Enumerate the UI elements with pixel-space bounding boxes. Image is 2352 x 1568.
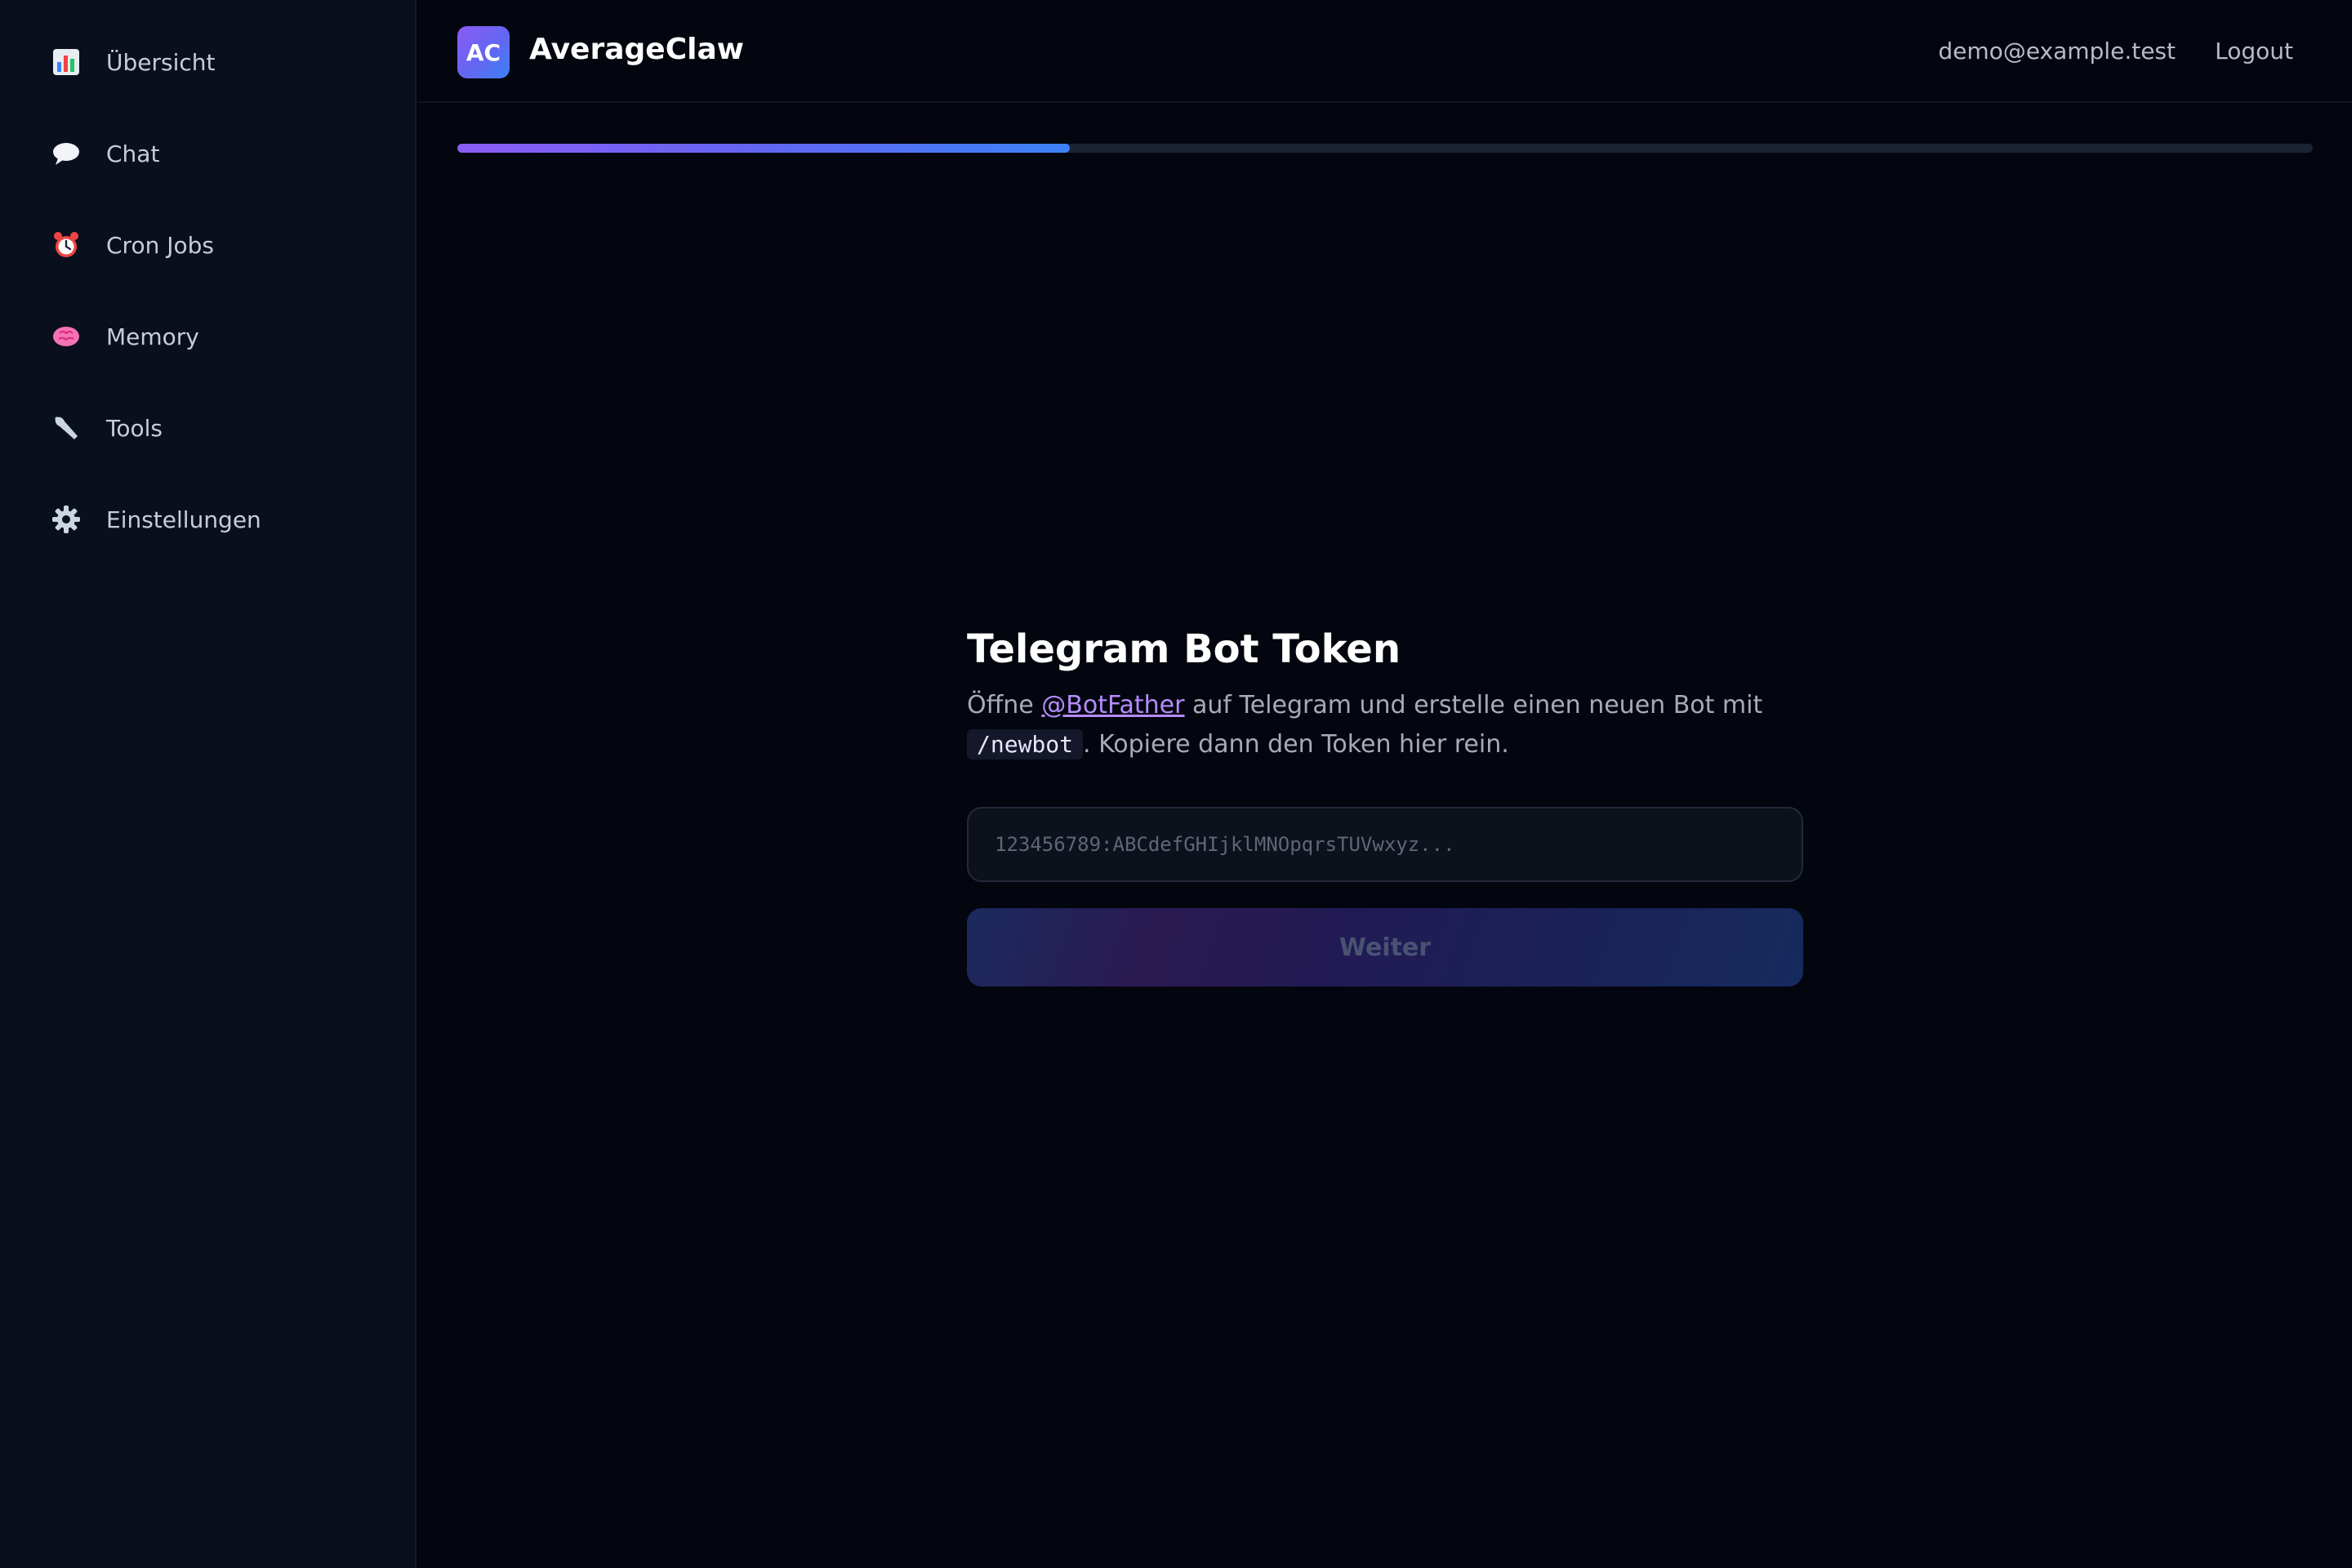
setup-progress-bar	[457, 144, 2313, 153]
user-email: demo@example.test	[1938, 38, 2176, 65]
step-description: Öffne @BotFather auf Telegram und erstel…	[967, 686, 1803, 764]
setup-progress-fill	[457, 144, 1070, 153]
gear-icon	[51, 504, 82, 535]
alarm-clock-icon	[51, 229, 82, 261]
app-logo: AC	[457, 26, 510, 78]
sidebar-item-einstellungen[interactable]: Einstellungen	[51, 495, 261, 544]
sidebar-item-label: Tools	[106, 414, 163, 442]
step-title: Telegram Bot Token	[967, 626, 1401, 672]
sidebar: Übersicht Chat Cron Jobs Memory Tools Ei…	[0, 0, 416, 1568]
next-button[interactable]: Weiter	[967, 908, 1803, 987]
botfather-link[interactable]: @BotFather	[1041, 691, 1184, 719]
bot-token-input[interactable]	[967, 807, 1803, 882]
speech-bubble-icon	[51, 138, 82, 169]
newbot-command: /newbot	[967, 729, 1084, 760]
desc-middle: auf Telegram und erstelle einen neuen Bo…	[1184, 691, 1763, 719]
sidebar-item-label: Cron Jobs	[106, 231, 214, 259]
desc-prefix: Öffne	[967, 691, 1042, 719]
sidebar-item-label: Einstellungen	[106, 506, 261, 533]
sidebar-item-label: Übersicht	[106, 48, 216, 76]
sidebar-item-label: Chat	[106, 140, 160, 167]
wrench-icon	[51, 412, 82, 443]
sidebar-item-tools[interactable]: Tools	[51, 403, 163, 452]
bar-chart-icon	[51, 47, 82, 78]
top-header: AC AverageClaw demo@example.test Logout	[418, 0, 2352, 103]
logout-button[interactable]: Logout	[2215, 38, 2293, 65]
sidebar-item-chat[interactable]: Chat	[51, 129, 159, 178]
sidebar-item-cron-jobs[interactable]: Cron Jobs	[51, 220, 214, 270]
sidebar-item-uebersicht[interactable]: Übersicht	[51, 38, 216, 87]
setup-step-card: Telegram Bot Token Öffne @BotFather auf …	[967, 621, 1803, 987]
sidebar-item-memory[interactable]: Memory	[51, 312, 199, 361]
sidebar-item-label: Memory	[106, 323, 199, 350]
app-name: AverageClaw	[529, 33, 745, 66]
desc-suffix: . Kopiere dann den Token hier rein.	[1083, 730, 1509, 759]
brain-icon	[51, 321, 82, 352]
